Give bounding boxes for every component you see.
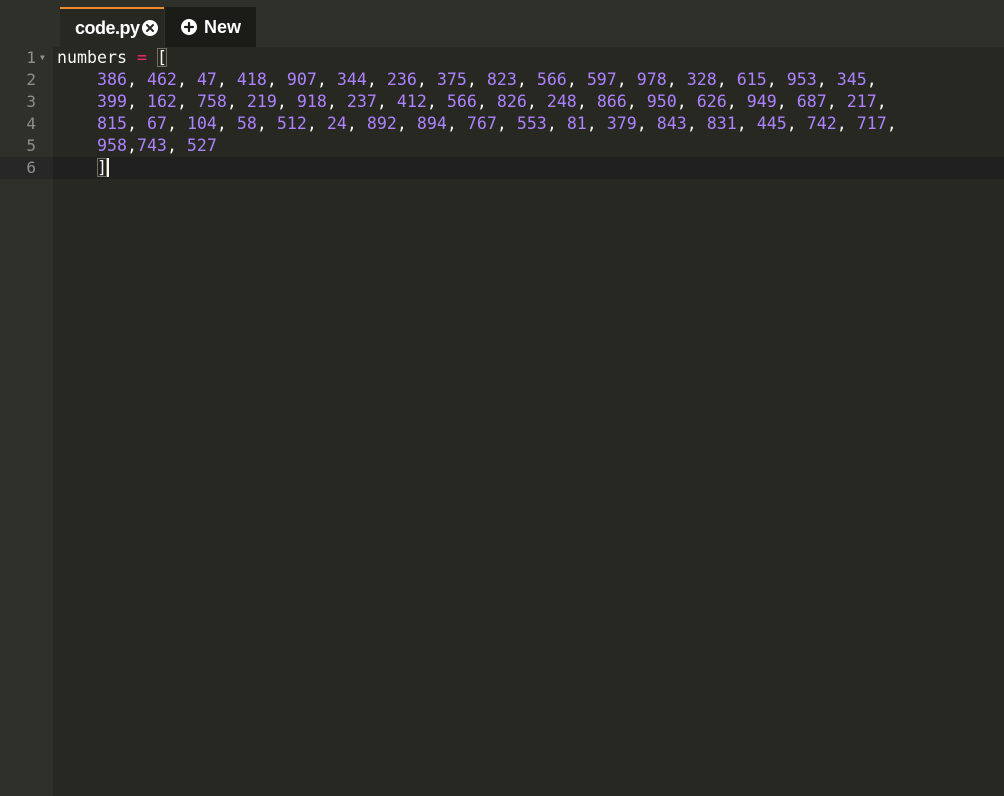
close-bracket: ] — [96, 158, 107, 177]
number-literal: 219 — [246, 92, 277, 111]
number-literal: 566 — [536, 70, 567, 89]
open-bracket: [ — [156, 48, 167, 67]
number-literal: 907 — [286, 70, 317, 89]
number-literal: 375 — [436, 70, 467, 89]
line-number: 6 — [26, 158, 36, 177]
number-literal: 104 — [186, 114, 217, 133]
line-number: 1 — [26, 48, 36, 67]
number-literal: 892 — [366, 114, 397, 133]
tab-label: code.py — [75, 17, 140, 38]
number-literal: 237 — [346, 92, 377, 111]
number-literal: 823 — [486, 70, 517, 89]
number-literal: 717 — [856, 114, 887, 133]
number-literal: 512 — [276, 114, 307, 133]
code-editor-app: code.py New 1 ▼ 2 3 4 5 6 numbers = [38… — [0, 0, 1004, 796]
number-literal: 958 — [96, 136, 127, 155]
code-line-4[interactable]: 815, 67, 104, 58, 512, 24, 892, 894, 767… — [57, 113, 897, 135]
number-literal: 626 — [696, 92, 727, 111]
number-literal: 597 — [586, 70, 617, 89]
number-literal: 866 — [596, 92, 627, 111]
number-literal: 386 — [96, 70, 127, 89]
number-literal: 345 — [836, 70, 867, 89]
number-literal: 47 — [196, 70, 217, 89]
tab-code-py[interactable]: code.py — [60, 7, 164, 47]
line-number-gutter: 1 ▼ 2 3 4 5 6 — [0, 47, 53, 796]
code-editor[interactable]: numbers = [ 386, 462, 47, 418, 907, 344,… — [53, 47, 1004, 796]
number-literal: 566 — [446, 92, 477, 111]
number-literal: 418 — [236, 70, 267, 89]
number-literal: 379 — [606, 114, 637, 133]
number-literal: 217 — [846, 92, 877, 111]
number-literal: 58 — [236, 114, 257, 133]
line-number: 2 — [26, 70, 36, 89]
number-literal: 81 — [566, 114, 587, 133]
number-literal: 953 — [786, 70, 817, 89]
new-tab-button[interactable]: New — [165, 7, 256, 47]
number-literal: 236 — [386, 70, 417, 89]
text-cursor — [106, 158, 109, 177]
number-literal: 615 — [736, 70, 767, 89]
plus-icon — [181, 19, 197, 35]
number-literal: 24 — [326, 114, 347, 133]
code-line-3[interactable]: 399, 162, 758, 219, 918, 237, 412, 566, … — [57, 91, 887, 113]
code-line-5[interactable]: 958,743, 527 — [57, 135, 217, 157]
number-literal: 162 — [146, 92, 177, 111]
number-literal: 412 — [396, 92, 427, 111]
active-line-highlight — [53, 157, 1004, 179]
number-literal: 743 — [136, 136, 167, 155]
number-literal: 344 — [336, 70, 367, 89]
code-line-2[interactable]: 386, 462, 47, 418, 907, 344, 236, 375, 8… — [57, 69, 877, 91]
line-number: 5 — [26, 136, 36, 155]
tab-bar: code.py New — [0, 0, 1004, 47]
number-literal: 67 — [146, 114, 167, 133]
number-literal: 553 — [516, 114, 547, 133]
number-literal: 742 — [806, 114, 837, 133]
number-literal: 758 — [196, 92, 227, 111]
number-literal: 328 — [686, 70, 717, 89]
number-literal: 978 — [636, 70, 667, 89]
number-literal: 527 — [186, 136, 217, 155]
code-line-1[interactable]: numbers = [ — [57, 47, 167, 69]
number-literal: 949 — [746, 92, 777, 111]
assign-operator: = — [136, 48, 147, 67]
number-literal: 445 — [756, 114, 787, 133]
number-literal: 826 — [496, 92, 527, 111]
identifier: numbers — [57, 48, 127, 67]
close-icon[interactable] — [141, 20, 158, 36]
code-line-6[interactable]: ] — [57, 157, 109, 179]
line-number: 3 — [26, 92, 36, 111]
number-literal: 462 — [146, 70, 177, 89]
number-literal: 918 — [296, 92, 327, 111]
number-literal: 399 — [96, 92, 127, 111]
number-literal: 248 — [546, 92, 577, 111]
number-literal: 831 — [706, 114, 737, 133]
number-literal: 950 — [646, 92, 677, 111]
fold-arrow-icon[interactable]: ▼ — [40, 47, 48, 69]
number-literal: 815 — [96, 114, 127, 133]
number-literal: 894 — [416, 114, 447, 133]
number-literal: 767 — [466, 114, 497, 133]
number-literal: 843 — [656, 114, 687, 133]
line-number: 4 — [26, 114, 36, 133]
number-literal: 687 — [796, 92, 827, 111]
new-tab-label: New — [204, 16, 242, 37]
